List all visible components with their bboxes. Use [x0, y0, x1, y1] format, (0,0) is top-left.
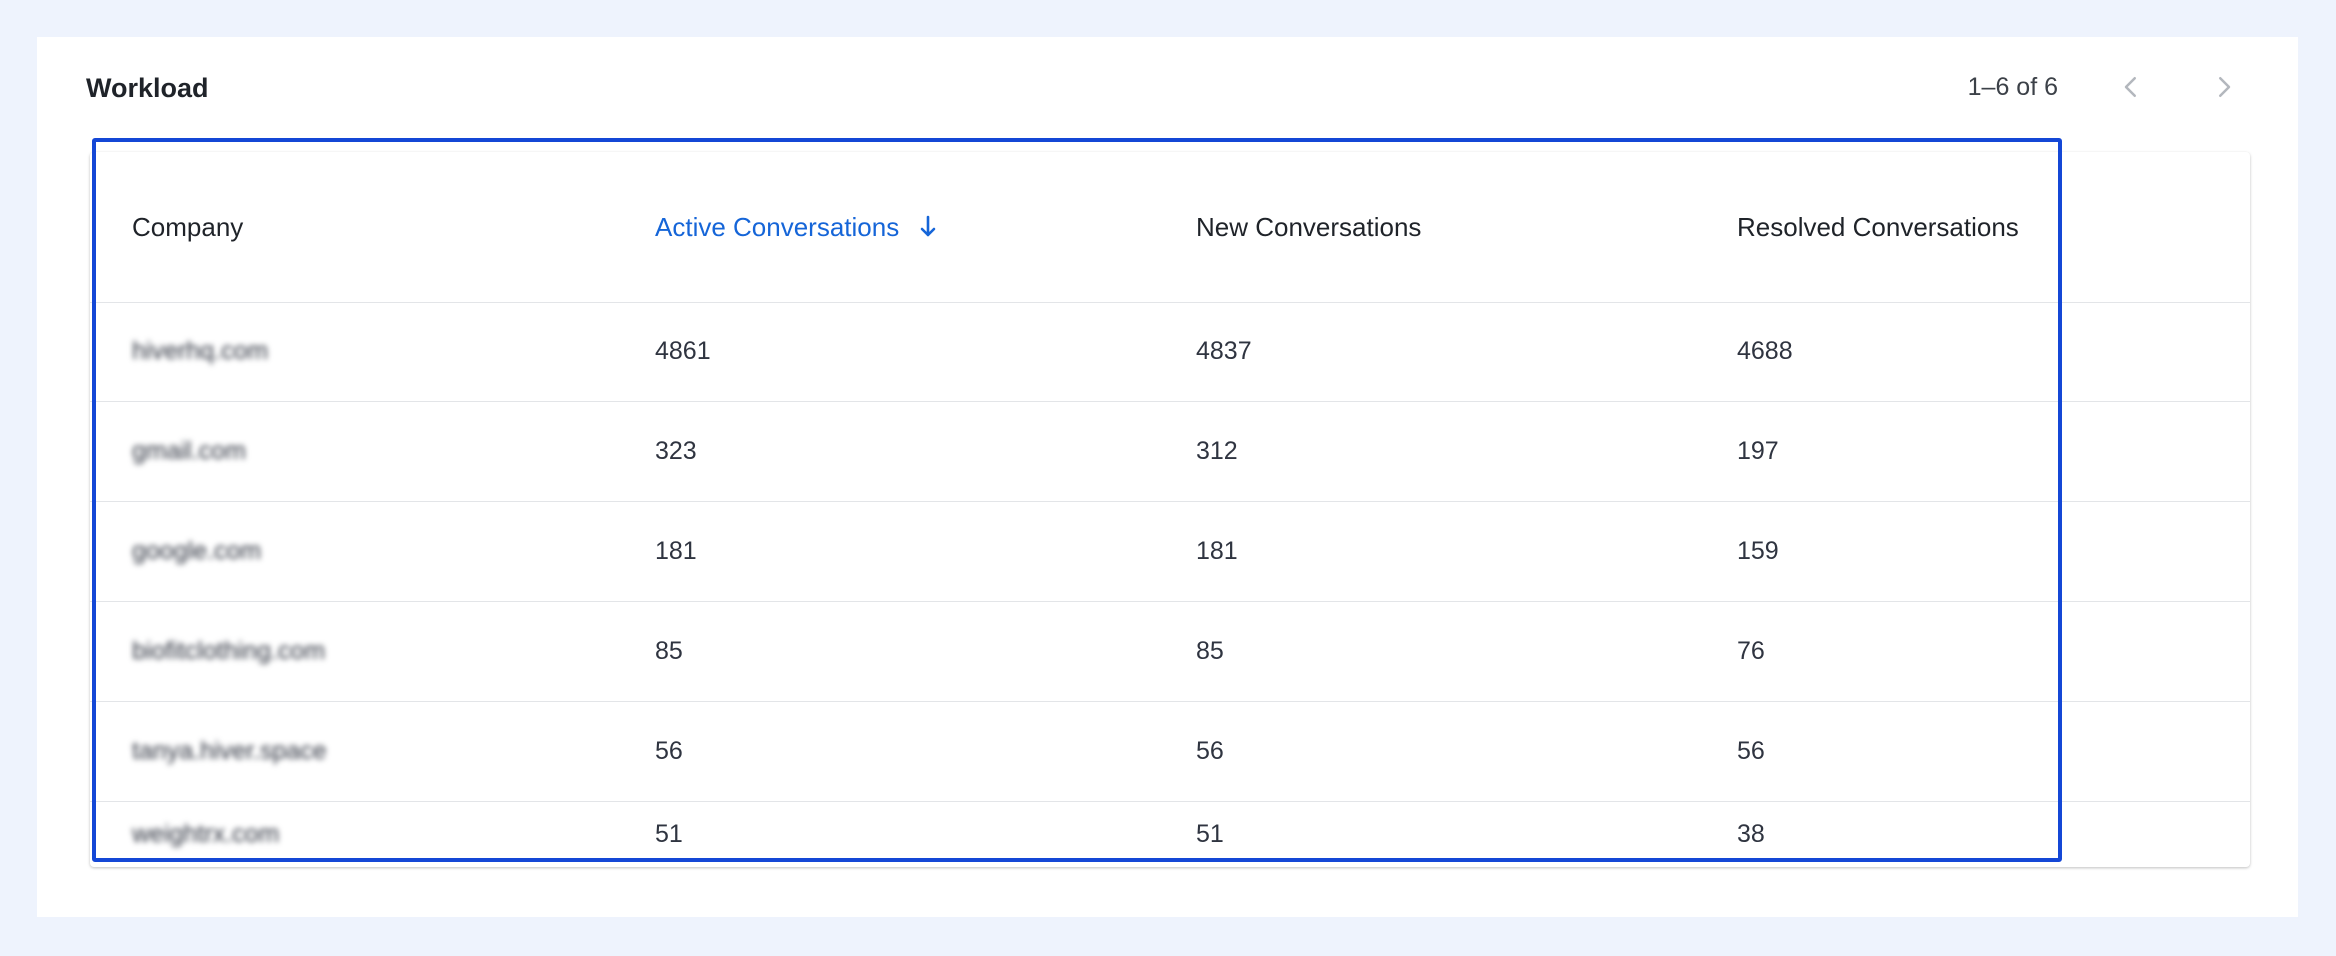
table-row[interactable]: google.com 181 181 159 — [90, 502, 2250, 602]
active-conversations-cell: 85 — [655, 637, 683, 665]
column-header-active-conversations[interactable]: Active Conversations — [655, 152, 939, 302]
table-header-row: Company Active Conversations New Convers… — [90, 152, 2250, 303]
resolved-conversations-cell: 76 — [1737, 637, 1765, 665]
sort-descending-icon[interactable] — [917, 214, 939, 240]
workload-card: Workload 1–6 of 6 Company Active Convers… — [37, 37, 2298, 917]
panel-title: Workload — [86, 73, 209, 103]
column-header-new-conversations[interactable]: New Conversations — [1196, 152, 1421, 302]
company-cell: weightrx.com — [132, 820, 280, 848]
active-conversations-cell: 51 — [655, 820, 683, 848]
resolved-conversations-cell: 56 — [1737, 737, 1765, 765]
new-conversations-cell: 85 — [1196, 637, 1224, 665]
pagination-range: 1–6 of 6 — [1967, 73, 2058, 101]
new-conversations-cell: 312 — [1196, 437, 1238, 465]
workload-table: Company Active Conversations New Convers… — [90, 152, 2250, 867]
company-cell: google.com — [132, 537, 262, 565]
column-header-company[interactable]: Company — [132, 152, 243, 302]
resolved-conversations-cell: 159 — [1737, 537, 1779, 565]
table-row[interactable]: gmail.com 323 312 197 — [90, 402, 2250, 502]
active-conversations-cell: 181 — [655, 537, 697, 565]
active-conversations-cell: 4861 — [655, 337, 711, 365]
previous-page-button[interactable] — [2103, 59, 2159, 115]
table-row[interactable]: biofitclothing.com 85 85 76 — [90, 602, 2250, 702]
new-conversations-cell: 4837 — [1196, 337, 1252, 365]
company-cell: biofitclothing.com — [132, 637, 326, 665]
active-conversations-cell: 56 — [655, 737, 683, 765]
new-conversations-cell: 56 — [1196, 737, 1224, 765]
next-page-button[interactable] — [2196, 59, 2252, 115]
chevron-left-icon — [2124, 77, 2136, 97]
resolved-conversations-cell: 197 — [1737, 437, 1779, 465]
table-row[interactable]: hiverhq.com 4861 4837 4688 — [90, 302, 2250, 402]
new-conversations-cell: 51 — [1196, 820, 1224, 848]
new-conversations-cell: 181 — [1196, 537, 1238, 565]
company-cell: tanya.hiver.space — [132, 737, 327, 765]
resolved-conversations-cell: 4688 — [1737, 337, 1793, 365]
company-cell: hiverhq.com — [132, 337, 269, 365]
company-cell: gmail.com — [132, 437, 246, 465]
table-row[interactable]: tanya.hiver.space 56 56 56 — [90, 702, 2250, 802]
column-header-resolved-conversations[interactable]: Resolved Conversations — [1737, 152, 2019, 302]
table-row[interactable]: weightrx.com 51 51 38 — [90, 802, 2250, 867]
resolved-conversations-cell: 38 — [1737, 820, 1765, 848]
active-conversations-cell: 323 — [655, 437, 697, 465]
chevron-right-icon — [2219, 77, 2231, 97]
